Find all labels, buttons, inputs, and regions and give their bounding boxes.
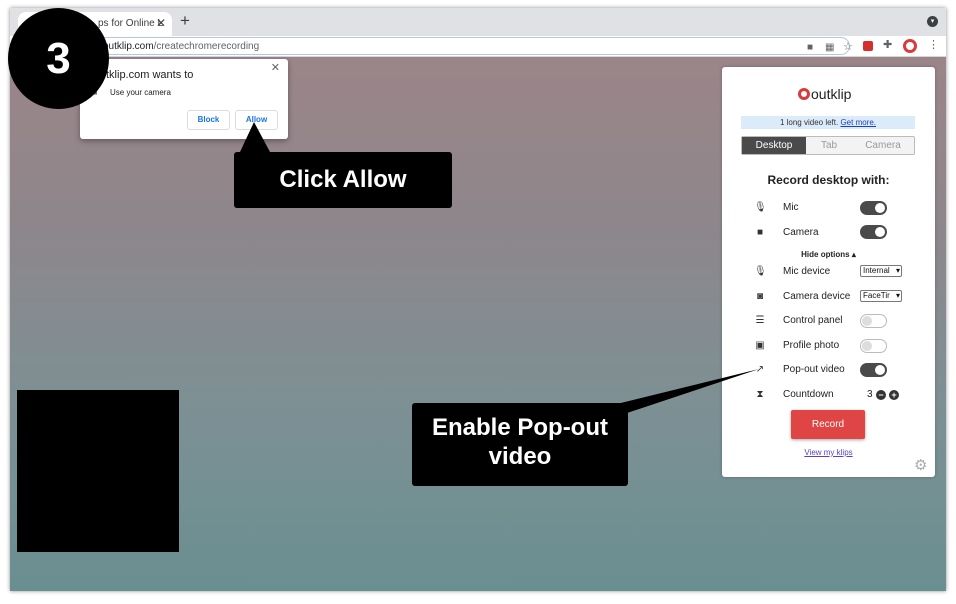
video-camera-icon: ■ (756, 227, 764, 238)
extensions-puzzle-icon[interactable]: ✚ (883, 39, 892, 51)
countdown-increase-icon[interactable]: + (889, 390, 899, 400)
popout-video-toggle[interactable] (860, 363, 887, 377)
block-button[interactable]: Block (187, 110, 230, 130)
mode-selector: Desktop Tab Camera (741, 136, 915, 155)
outklip-logo: outklip (798, 86, 851, 102)
outklip-panel: outklip 1 long video left. Get more. Des… (722, 67, 935, 477)
bookmark-star-icon[interactable]: ☆ (843, 41, 853, 53)
page-content: tklip.com wants to ✕ ■ Use your camera B… (10, 57, 946, 591)
outklip-logo-icon (798, 88, 810, 100)
sliders-icon: ☰ (755, 315, 765, 326)
tab-tab[interactable]: Tab (806, 137, 852, 154)
camera-label: Camera (783, 227, 819, 238)
profile-photo-toggle[interactable] (860, 339, 887, 353)
browser-window: ps for Online L ✕ + ▾ outklip.com/create… (10, 8, 946, 591)
popout-callout-line2: video (488, 443, 552, 470)
popout-callout-line1: Enable Pop-out (432, 414, 608, 441)
view-klips-link[interactable]: View my klips (722, 448, 935, 457)
browser-menu-icon[interactable]: ⋮ (928, 39, 939, 51)
hide-options-link[interactable]: Hide options ▴ (722, 250, 935, 259)
url-text: outklip.com/createchromerecording (103, 41, 260, 52)
countdown-label: Countdown (783, 389, 834, 400)
camera-permission-popup: tklip.com wants to ✕ ■ Use your camera B… (80, 59, 288, 139)
tab-title: ps for Online L (98, 18, 164, 29)
browser-toolbar: outklip.com/createchromerecording ■ ▦ ☆ … (10, 36, 946, 57)
gear-icon[interactable]: ⚙ (914, 456, 927, 474)
popout-icon: ↗ (755, 364, 765, 375)
mic-device-icon: 🎙︎ (754, 266, 767, 277)
control-panel-toggle[interactable] (860, 314, 887, 328)
popout-video-label: Pop-out video (783, 364, 845, 375)
mic-device-select[interactable]: Internal ▾ (860, 265, 902, 277)
countdown-value: 3 (867, 389, 873, 400)
camera-toggle[interactable] (860, 225, 887, 239)
camera-device-select[interactable]: FaceTir ▾ (860, 290, 902, 302)
control-panel-label: Control panel (783, 315, 843, 326)
profile-card-icon: ▣ (755, 340, 765, 351)
tab-bar: ps for Online L ✕ + ▾ (10, 8, 946, 36)
camera-device-label: Camera device (783, 291, 851, 302)
countdown-decrease-icon[interactable]: − (876, 390, 886, 400)
microphone-icon: 🎙︎ (754, 202, 767, 213)
hourglass-icon: ⧗ (756, 389, 764, 400)
new-tab-button[interactable]: + (180, 11, 190, 31)
usage-notice: 1 long video left. Get more. (741, 116, 915, 129)
outklip-extension-icon[interactable] (903, 39, 917, 53)
permission-title: tklip.com wants to (106, 69, 194, 81)
step-number-badge: 3 (8, 8, 109, 109)
camera-preview (17, 390, 179, 552)
qr-code-icon[interactable]: ▦ (825, 42, 834, 54)
mic-device-label: Mic device (783, 266, 831, 277)
mic-toggle[interactable] (860, 201, 887, 215)
allow-button[interactable]: Allow (235, 110, 278, 130)
shield-extension-icon[interactable] (863, 41, 873, 51)
popout-callout: Enable Pop-out video (412, 403, 628, 486)
address-bar[interactable]: outklip.com/createchromerecording ■ ▦ ☆ (90, 37, 853, 55)
camera-device-icon: ◙ (756, 291, 764, 302)
tab-close-icon[interactable]: ✕ (156, 16, 166, 30)
tab-search-icon[interactable]: ▾ (927, 16, 938, 27)
permission-close-icon[interactable]: ✕ (271, 61, 280, 74)
permission-request-text: Use your camera (110, 88, 171, 97)
tab-camera[interactable]: Camera (852, 137, 914, 154)
get-more-link[interactable]: Get more. (840, 118, 876, 127)
allow-callout: Click Allow (234, 152, 452, 208)
record-heading: Record desktop with: (767, 173, 890, 187)
tab-desktop[interactable]: Desktop (742, 137, 806, 154)
profile-photo-label: Profile photo (783, 340, 840, 351)
mic-label: Mic (783, 202, 799, 213)
camera-indicator-icon[interactable]: ■ (807, 42, 813, 54)
record-button[interactable]: Record (791, 410, 865, 439)
